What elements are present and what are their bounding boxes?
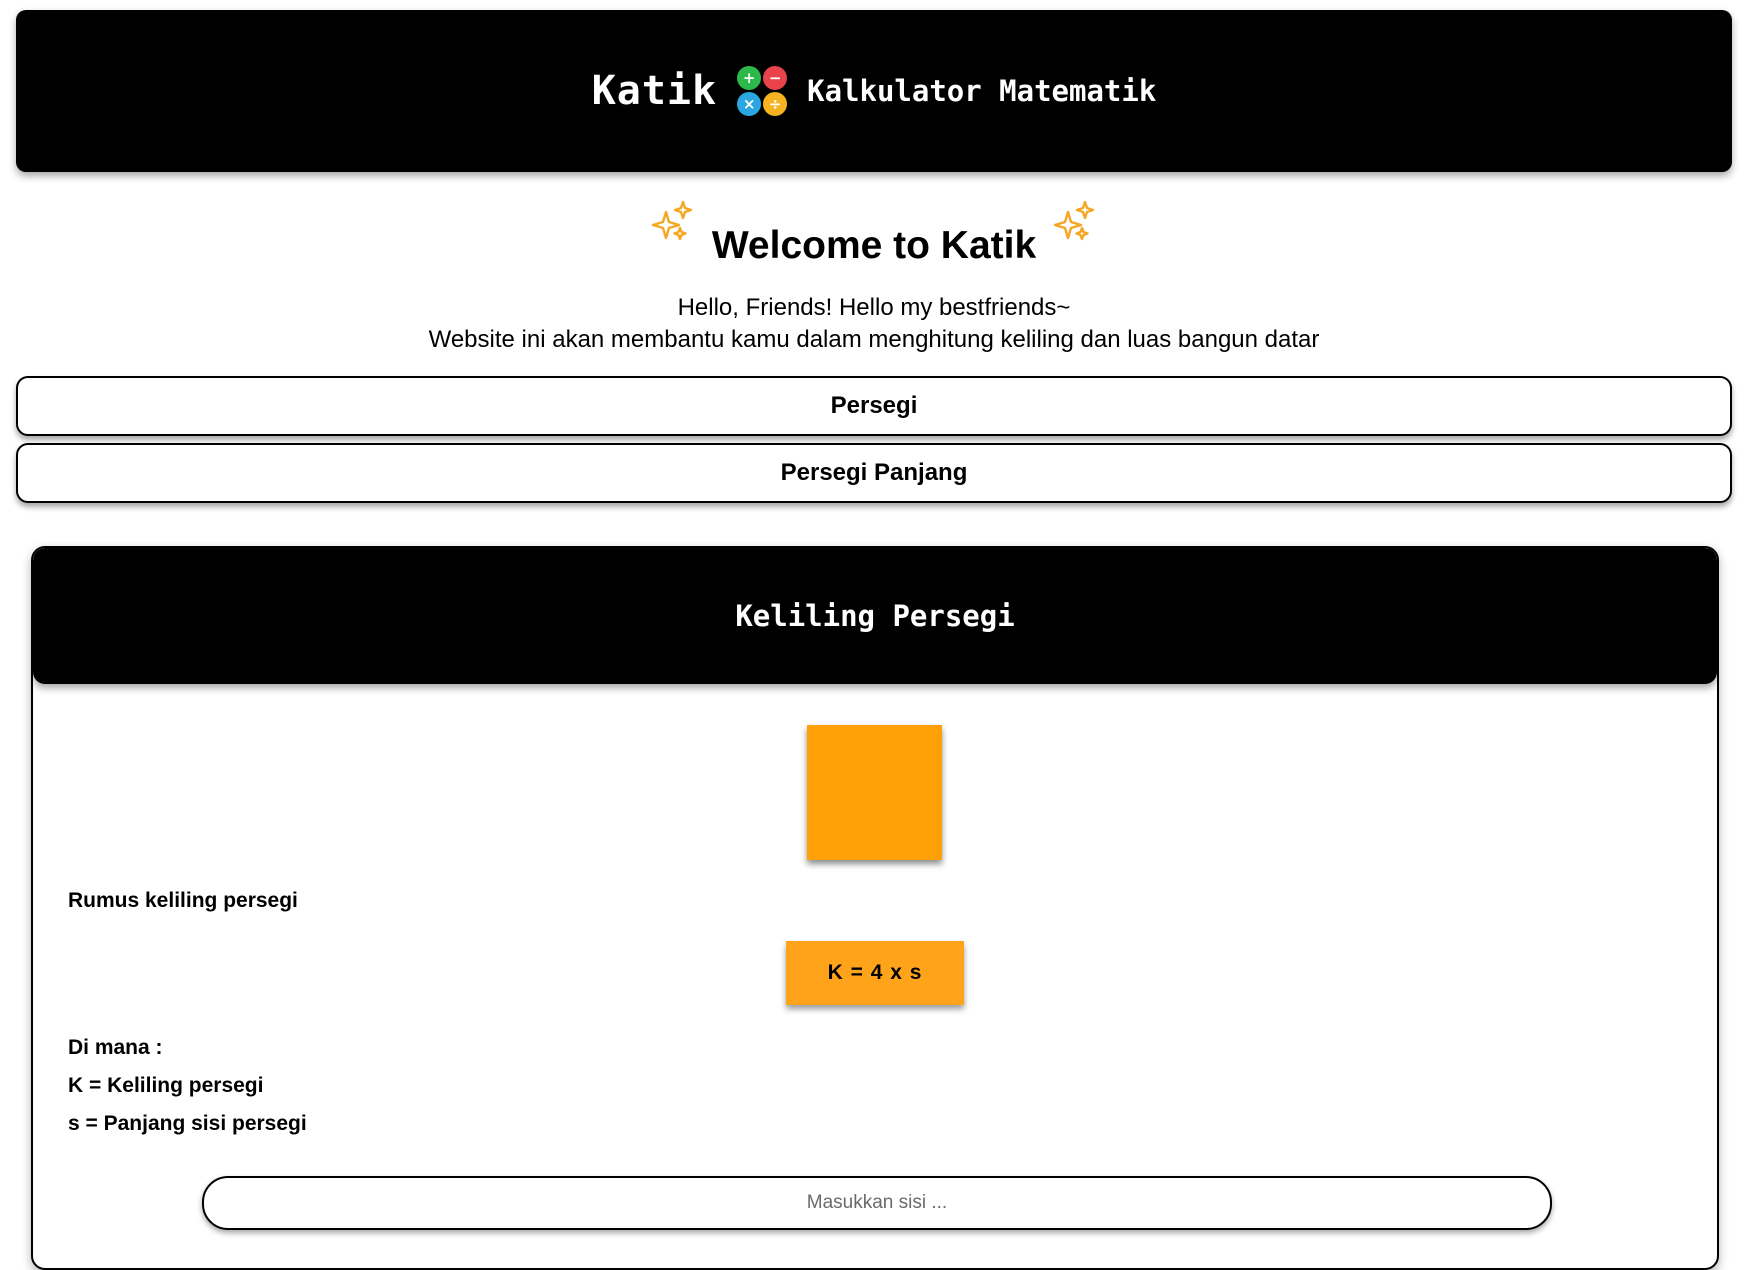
brand-subtitle: Kalkulator Matematik — [807, 74, 1157, 108]
formula-heading: Rumus keliling persegi — [68, 889, 298, 912]
site-header: Katik + − × ÷ Kalkulator Matematik — [16, 10, 1732, 172]
formula-box: K = 4 x s — [786, 941, 964, 1005]
welcome-title: Welcome to Katik — [711, 224, 1037, 267]
calculator-operators-icon: + − × ÷ — [737, 66, 788, 116]
brand-name: Katik — [591, 68, 718, 114]
side-length-input[interactable] — [202, 1176, 1552, 1230]
legend-keliling: K = Keliling persegi — [68, 1074, 264, 1097]
persegi-panjang-button[interactable]: Persegi Panjang — [16, 443, 1732, 503]
greeting-text: Hello, Friends! Hello my bestfriends~ — [677, 294, 1071, 321]
description-text: Website ini akan membantu kamu dalam men… — [428, 326, 1320, 353]
sparkles-icon — [1053, 200, 1095, 241]
welcome-section: Welcome to Katik — [0, 200, 1748, 268]
divide-icon: ÷ — [763, 92, 788, 116]
card-title: Keliling Persegi — [735, 599, 1015, 633]
card-header: Keliling Persegi — [33, 548, 1717, 684]
square-illustration — [807, 725, 942, 860]
keliling-persegi-card: Keliling Persegi Rumus keliling persegi … — [31, 546, 1719, 1270]
minus-icon: − — [763, 66, 788, 90]
plus-icon: + — [737, 66, 762, 90]
intro-text: Hello, Friends! Hello my bestfriends~ We… — [0, 292, 1748, 356]
multiply-icon: × — [737, 92, 762, 116]
sparkles-icon — [651, 200, 693, 241]
persegi-button[interactable]: Persegi — [16, 376, 1732, 436]
legend-sisi: s = Panjang sisi persegi — [68, 1112, 307, 1135]
where-heading: Di mana : — [68, 1036, 163, 1059]
